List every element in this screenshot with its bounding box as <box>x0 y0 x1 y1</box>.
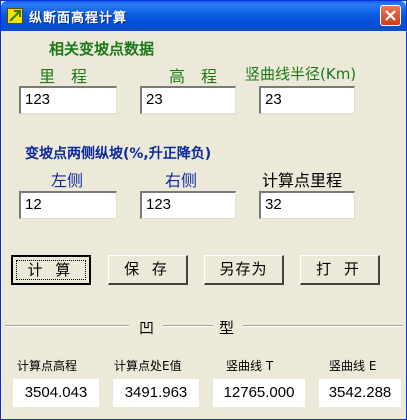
label-calc-mileage: 计算点里程 <box>262 171 343 190</box>
calc-mileage-input[interactable]: 32 <box>259 191 355 219</box>
label-curve-radius: 竖曲线半径(Km) <box>245 65 357 83</box>
calc-elevation-value: 3504.043 <box>13 379 99 407</box>
label-right-slope: 右侧 <box>165 171 198 190</box>
calculate-button[interactable]: 计 算 <box>11 255 91 285</box>
separator-right <box>243 325 403 327</box>
left-slope-input[interactable]: 12 <box>19 191 117 219</box>
section-title-slopes: 变坡点两侧纵坡(%,升正降负) <box>25 146 212 162</box>
open-button[interactable]: 打 开 <box>300 255 380 285</box>
save-as-button[interactable]: 另存为 <box>204 255 284 285</box>
mileage-input[interactable]: 123 <box>19 86 117 114</box>
curve-type-left: 凹 <box>139 319 155 337</box>
title-bar[interactable]: 纵断面高程计算 <box>1 1 406 31</box>
close-icon <box>385 10 396 21</box>
save-button[interactable]: 保 存 <box>108 255 188 285</box>
curve-e-value: 3542.288 <box>319 379 401 407</box>
window-title: 纵断面高程计算 <box>29 11 128 26</box>
label-left-slope: 左侧 <box>51 171 84 190</box>
label-mileage: 里 程 <box>39 67 88 86</box>
label-calc-elevation: 计算点高程 <box>17 359 78 373</box>
curve-t-value: 12765.000 <box>213 379 305 407</box>
label-curve-e: 竖曲线 E <box>329 359 377 373</box>
close-button[interactable] <box>380 5 401 26</box>
elevation-input[interactable]: 23 <box>140 86 236 114</box>
label-elevation: 高 程 <box>169 67 218 86</box>
calc-e-value: 3491.963 <box>113 379 199 407</box>
curve-type-right: 型 <box>219 319 235 337</box>
separator-left <box>5 325 129 327</box>
app-window: 纵断面高程计算 相关变坡点数据 里 程 高 程 竖曲线半径(Km) 123 23… <box>0 0 407 420</box>
section-title-grade-change-data: 相关变坡点数据 <box>49 40 155 58</box>
curve-radius-input[interactable]: 23 <box>259 86 355 114</box>
app-icon <box>7 8 23 24</box>
label-calc-e-value: 计算点处E值 <box>114 359 182 373</box>
label-curve-t: 竖曲线 T <box>226 359 274 373</box>
right-slope-input[interactable]: 123 <box>140 191 236 219</box>
separator-mid <box>163 325 213 327</box>
